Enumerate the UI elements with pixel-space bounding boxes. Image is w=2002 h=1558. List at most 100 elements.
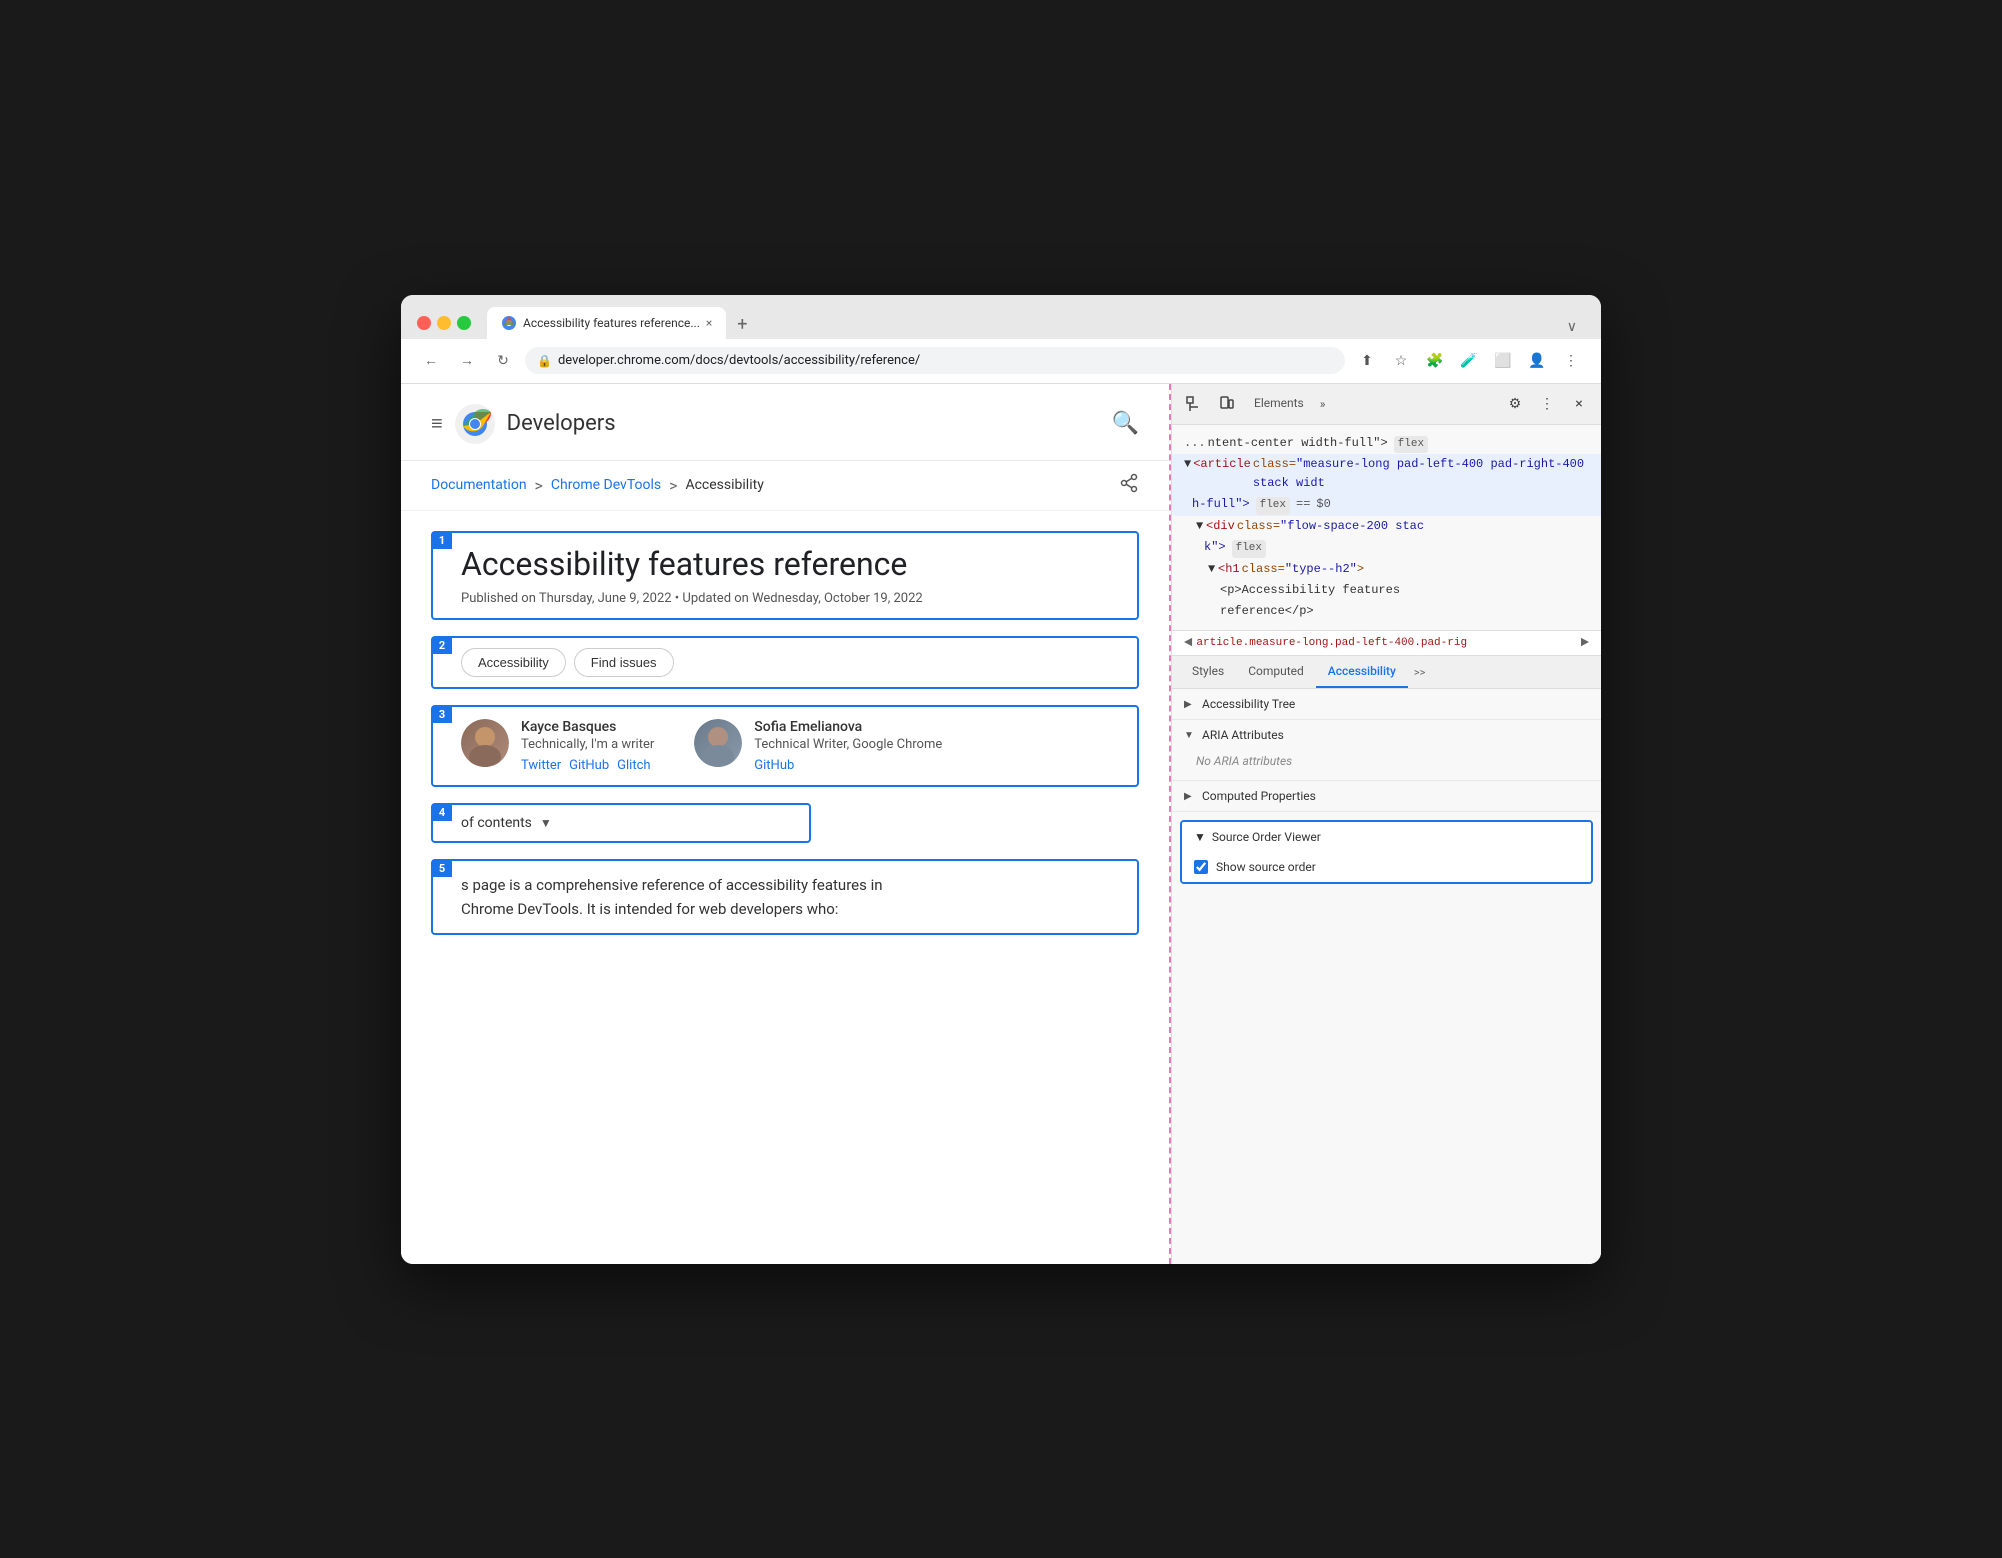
dt-breadcrumb-left-arrow[interactable]: ◄ [1184, 635, 1192, 651]
menu-icon[interactable]: ⋮ [1557, 347, 1585, 375]
chrome-logo-icon [455, 404, 495, 444]
author-2: Sofia Emelianova Technical Writer, Googl… [694, 719, 942, 773]
panel-tab-accessibility[interactable]: Accessibility [1316, 656, 1408, 688]
aria-toggle-icon: ▼ [1184, 730, 1196, 741]
tree-line-5[interactable]: k"> flex [1172, 537, 1601, 559]
tree-line-3[interactable]: h-full"> flex == $0 [1172, 494, 1601, 516]
extensions-icon[interactable]: 🧩 [1421, 347, 1449, 375]
tab-favicon-icon [501, 315, 517, 331]
reload-button[interactable]: ↻ [489, 347, 517, 375]
tree-line-6[interactable]: ▼ <h1 class="type--h2"> [1172, 559, 1601, 580]
tree-tag-article: <article [1193, 455, 1251, 474]
share-button[interactable] [1119, 473, 1139, 498]
source-order-viewer-header[interactable]: ▼ Source Order Viewer [1182, 822, 1591, 852]
author-1-glitch[interactable]: Glitch [617, 758, 650, 773]
sov-toggle-icon: ▼ [1194, 830, 1206, 844]
url-bar[interactable]: 🔒 developer.chrome.com/docs/devtools/acc… [525, 347, 1345, 374]
source-badge-5: 5 [432, 860, 452, 877]
panel-tab-computed[interactable]: Computed [1236, 656, 1316, 688]
computed-properties-label: Computed Properties [1202, 789, 1316, 803]
tree-line-8[interactable]: reference</p> [1172, 601, 1601, 622]
lock-icon: 🔒 [537, 354, 552, 368]
breadcrumb: Documentation > Chrome DevTools > Access… [401, 461, 1169, 511]
tree-line-1[interactable]: ... ntent-center width-full"> flex [1172, 433, 1601, 455]
author-1: Kayce Basques Technically, I'm a writer … [461, 719, 654, 773]
devtools-tab-elements[interactable]: Elements [1244, 392, 1314, 416]
find-issues-tab-button[interactable]: Find issues [574, 648, 674, 677]
address-bar: ← → ↻ 🔒 developer.chrome.com/docs/devtoo… [401, 339, 1601, 384]
active-tab[interactable]: Accessibility features reference... × [487, 307, 726, 339]
devtools-toolbar: Elements » ⚙ ⋮ × [1172, 384, 1601, 425]
source-badge-4: 4 [432, 804, 452, 821]
aria-empty-text: No ARIA attributes [1172, 750, 1601, 780]
tree-h1-attr: class="type--h2"> [1242, 560, 1364, 579]
dt-breadcrumb: ◄ article.measure-long.pad-left-400.pad-… [1172, 631, 1601, 656]
aria-attributes-section: ▼ ARIA Attributes No ARIA attributes [1172, 720, 1601, 781]
window-icon[interactable]: ⬜ [1489, 347, 1517, 375]
tab-dropdown-button[interactable]: ∨ [1559, 315, 1585, 339]
tab-title: Accessibility features reference... [523, 316, 700, 330]
page-content: ≡ Developers 🔍 Doc [401, 384, 1171, 1264]
author-1-avatar [461, 719, 509, 767]
panel-tab-more[interactable]: >> [1408, 660, 1432, 685]
aria-attributes-label: ARIA Attributes [1202, 728, 1284, 742]
account-icon[interactable]: 👤 [1523, 347, 1551, 375]
dt-breadcrumb-right-arrow[interactable]: ► [1581, 635, 1589, 651]
author-2-name: Sofia Emelianova [754, 719, 942, 735]
devtools-menu-icon[interactable]: ⋮ [1533, 390, 1561, 418]
author-1-twitter[interactable]: Twitter [521, 758, 561, 773]
tree-continuation: h-full"> [1192, 495, 1250, 514]
close-button[interactable] [417, 316, 431, 330]
tab-close-icon[interactable]: × [706, 316, 712, 330]
toc-toggle[interactable]: of contents ▼ [461, 815, 795, 831]
tree-div-attr: class="flow-space-200 stac [1237, 517, 1424, 536]
panel-tab-styles[interactable]: Styles [1180, 656, 1236, 688]
back-button[interactable]: ← [417, 347, 445, 375]
tree-line-2[interactable]: ▼ <article class="measure-long pad-left-… [1172, 454, 1601, 494]
inspect-element-icon[interactable] [1180, 390, 1208, 418]
devtools-panel: Elements » ⚙ ⋮ × ... ntent-center width-… [1171, 384, 1601, 1264]
author-1-github[interactable]: GitHub [569, 758, 609, 773]
author-1-role: Technically, I'm a writer [521, 737, 654, 752]
traffic-lights [417, 316, 471, 330]
show-source-order-checkbox[interactable] [1194, 860, 1208, 874]
breadcrumb-devtools-link[interactable]: Chrome DevTools [551, 477, 661, 493]
aria-attributes-header[interactable]: ▼ ARIA Attributes [1172, 720, 1601, 750]
intro-text: s page is a comprehensive reference of a… [461, 873, 1123, 921]
device-mode-icon[interactable] [1212, 390, 1240, 418]
tab-bar: Accessibility features reference... × + … [487, 307, 1585, 339]
profile-icon[interactable]: 🧪 [1455, 347, 1483, 375]
bookmark-icon[interactable]: ☆ [1387, 347, 1415, 375]
devtools-more-tabs[interactable]: » [1314, 393, 1332, 415]
new-tab-button[interactable]: + [728, 311, 756, 339]
tree-line-7[interactable]: <p>Accessibility features [1172, 580, 1601, 601]
devtools-close-icon[interactable]: × [1565, 390, 1593, 418]
devtools-tabs: Elements » [1244, 392, 1497, 416]
source-box-4: 4 of contents ▼ [431, 803, 811, 843]
breadcrumb-documentation-link[interactable]: Documentation [431, 477, 527, 493]
author-1-name: Kayce Basques [521, 719, 654, 735]
author-1-info: Kayce Basques Technically, I'm a writer … [521, 719, 654, 773]
accessibility-tree-header[interactable]: ▶ Accessibility Tree [1172, 689, 1601, 719]
minimize-button[interactable] [437, 316, 451, 330]
panel-tabs: Styles Computed Accessibility >> [1172, 656, 1601, 689]
tree-tag-div: <div [1206, 517, 1235, 536]
author-2-info: Sofia Emelianova Technical Writer, Googl… [754, 719, 942, 773]
computed-properties-header[interactable]: ▶ Computed Properties [1172, 781, 1601, 811]
devtools-settings-icon[interactable]: ⚙ [1501, 390, 1529, 418]
logo-area: ≡ Developers [431, 404, 616, 444]
author-2-role: Technical Writer, Google Chrome [754, 737, 942, 752]
accessibility-tab-button[interactable]: Accessibility [461, 648, 566, 677]
author-2-github[interactable]: GitHub [754, 758, 794, 773]
accessibility-tree-section: ▶ Accessibility Tree [1172, 689, 1601, 720]
hamburger-icon[interactable]: ≡ [431, 411, 443, 436]
search-icon[interactable]: 🔍 [1112, 411, 1139, 436]
tree-text-1: ntent-center width-full"> [1208, 434, 1388, 453]
source-order-viewer-section: ▼ Source Order Viewer Show source order [1180, 820, 1593, 884]
tree-line-4[interactable]: ▼ <div class="flow-space-200 stac [1172, 516, 1601, 537]
page-title: Accessibility features reference [461, 545, 1123, 583]
breadcrumb-sep2: > [669, 476, 677, 495]
share-icon[interactable]: ⬆ [1353, 347, 1381, 375]
forward-button[interactable]: → [453, 347, 481, 375]
maximize-button[interactable] [457, 316, 471, 330]
